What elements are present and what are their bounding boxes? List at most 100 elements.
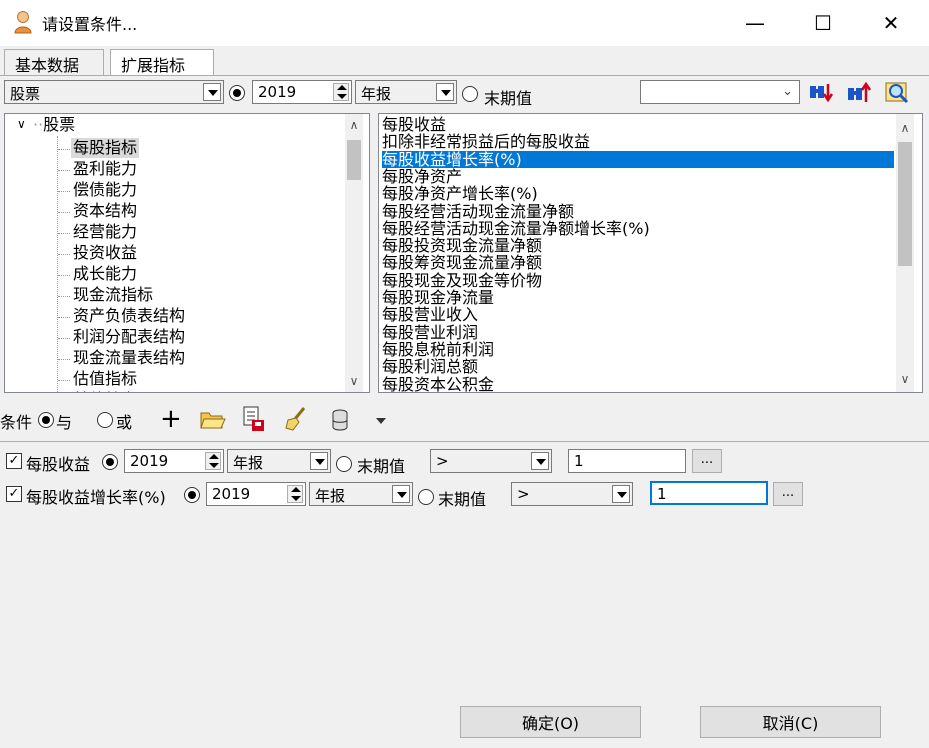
condition-1-value-input[interactable]: 1	[568, 449, 686, 473]
tree-item[interactable]: 盈利能力	[73, 159, 137, 179]
condition-2-end-label: 末期值	[438, 490, 487, 509]
tree-root[interactable]: ··股票	[33, 115, 75, 135]
condition-1-year-radio[interactable]	[102, 454, 118, 470]
dropdown-arrow-icon[interactable]	[376, 418, 386, 424]
scroll-down-icon[interactable]: ∨	[896, 370, 914, 388]
tree-item[interactable]: 现金流量表结构	[73, 348, 185, 368]
condition-2-checkbox[interactable]: ✓	[6, 486, 22, 502]
list-item[interactable]: 每股经营活动现金流量净额	[382, 203, 574, 220]
category-select[interactable]: 股票	[4, 80, 224, 104]
or-label: 或	[116, 413, 133, 432]
close-button[interactable]: ✕	[868, 0, 914, 46]
condition-2-name: 每股收益增长率(%)	[26, 488, 166, 507]
minimize-button[interactable]: —	[732, 0, 778, 46]
scroll-thumb[interactable]	[898, 142, 912, 266]
list-item[interactable]: 每股营业收入	[382, 306, 478, 323]
condition-label: 条件	[0, 413, 33, 432]
condition-2-year-spinner[interactable]: 2019	[206, 482, 306, 506]
cancel-button[interactable]: 取消(C)	[700, 706, 881, 738]
list-item[interactable]: 每股收益增长率(%)	[382, 150, 894, 168]
tab-extended-indicators[interactable]: 扩展指标	[110, 49, 214, 75]
condition-2-end-radio[interactable]	[418, 489, 434, 505]
list-item[interactable]: 每股利润总额	[382, 358, 478, 375]
end-value-label: 末期值	[484, 89, 533, 108]
scroll-thumb[interactable]	[347, 140, 361, 180]
list-item[interactable]: 每股资本公积金	[382, 376, 494, 393]
list-item[interactable]: 每股收益	[382, 116, 446, 133]
tree-item[interactable]: 利润分配表结构	[73, 327, 185, 347]
spin-icon[interactable]	[205, 452, 221, 470]
list-item[interactable]: 每股筹资现金流量净额	[382, 254, 542, 271]
condition-1-more-button[interactable]: ...	[692, 449, 722, 473]
find-up-icon[interactable]	[846, 80, 872, 106]
condition-2-operator-select[interactable]: >	[511, 482, 633, 506]
maximize-button[interactable]: ☐	[800, 0, 846, 46]
tree-item[interactable]: 成长能力	[73, 264, 137, 284]
list-item[interactable]: 每股净资产增长率(%)	[382, 185, 538, 202]
tree-item[interactable]: 每股指标	[71, 138, 140, 158]
list-item[interactable]: 每股营业利润	[382, 324, 478, 341]
tree-item[interactable]: 现金流指标	[73, 285, 153, 305]
tree-collapse-icon[interactable]: ∨	[17, 117, 26, 131]
tree-branch-line	[58, 275, 70, 276]
spin-icon[interactable]	[333, 83, 349, 101]
spin-icon[interactable]	[287, 485, 303, 503]
condition-2-value-input[interactable]: 1	[650, 481, 768, 505]
and-radio[interactable]	[38, 412, 54, 428]
condition-2-year-radio[interactable]	[184, 487, 200, 503]
scroll-up-icon[interactable]: ∧	[345, 116, 363, 134]
list-item[interactable]: 扣除非经常损益后的每股收益	[382, 133, 590, 150]
condition-1-end-label: 末期值	[357, 457, 406, 476]
condition-2-more-button[interactable]: ...	[773, 482, 803, 506]
ok-button[interactable]: 确定(O)	[460, 706, 641, 738]
indicator-list[interactable]: 每股收益 扣除非经常损益后的每股收益 每股收益增长率(%) 每股净资产 每股净资产增长率…	[378, 113, 923, 393]
scroll-up-icon[interactable]: ∧	[896, 119, 914, 137]
end-value-radio[interactable]	[462, 86, 478, 102]
year-spinner[interactable]: 2019	[252, 80, 352, 104]
list-item[interactable]: 每股经营活动现金流量净额增长率(%)	[382, 220, 650, 237]
tree-item[interactable]: 偿债能力	[73, 180, 137, 200]
search-combo[interactable]: ⌄	[640, 80, 800, 104]
tree-item[interactable]: 资产负债表结构	[73, 306, 185, 326]
tree-item[interactable]: 经营能力	[73, 222, 137, 242]
condition-1-end-radio[interactable]	[336, 456, 352, 472]
tree-scrollbar[interactable]: ∧ ∨	[345, 114, 363, 392]
tree-branch-line	[58, 212, 70, 213]
and-label: 与	[56, 413, 73, 432]
tree-line	[57, 136, 58, 392]
chevron-down-icon	[436, 83, 454, 101]
condition-1-period-select[interactable]: 年报	[227, 449, 331, 473]
condition-1-year-spinner[interactable]: 2019	[124, 449, 224, 473]
list-item[interactable]: 每股息税前利润	[382, 341, 494, 358]
tree-item[interactable]: 资本结构	[73, 201, 137, 221]
scroll-down-icon[interactable]: ∨	[345, 372, 363, 390]
period-select[interactable]: 年报	[355, 80, 457, 104]
chevron-down-icon	[531, 452, 549, 470]
tree-branch-line	[58, 359, 70, 360]
year-radio[interactable]	[229, 85, 245, 101]
or-radio[interactable]	[97, 412, 113, 428]
list-item[interactable]: 每股现金净流量	[382, 289, 494, 306]
tab-basic-data[interactable]: 基本数据	[4, 49, 104, 75]
list-item[interactable]: 每股现金及现金等价物	[382, 272, 542, 289]
save-list-icon[interactable]	[242, 406, 266, 432]
tree-item[interactable]: 其他特定	[73, 390, 137, 392]
minimize-icon: —	[745, 11, 765, 35]
close-icon: ✕	[882, 11, 900, 35]
clear-broom-icon[interactable]	[284, 406, 308, 432]
condition-1-checkbox[interactable]: ✓	[6, 453, 22, 469]
database-icon[interactable]	[330, 408, 350, 432]
open-folder-icon[interactable]	[200, 408, 226, 430]
condition-2-period-select[interactable]: 年报	[309, 482, 413, 506]
find-down-icon[interactable]	[808, 80, 834, 106]
list-item[interactable]: 每股净资产	[382, 168, 462, 185]
list-scrollbar[interactable]: ∧ ∨	[896, 114, 914, 392]
tree-item[interactable]: 估值指标	[73, 369, 137, 389]
category-tree[interactable]: ∨ ··股票 每股指标 盈利能力 偿债能力 资本结构 经营能力 投资收益 成长能力 现金流指标…	[4, 113, 370, 393]
tree-item[interactable]: 投资收益	[73, 243, 137, 263]
tab-divider	[0, 75, 929, 76]
list-item[interactable]: 每股投资现金流量净额	[382, 237, 542, 254]
magnifier-icon[interactable]	[884, 80, 910, 106]
condition-1-operator-select[interactable]: >	[430, 449, 552, 473]
add-icon[interactable]: +	[160, 404, 182, 434]
